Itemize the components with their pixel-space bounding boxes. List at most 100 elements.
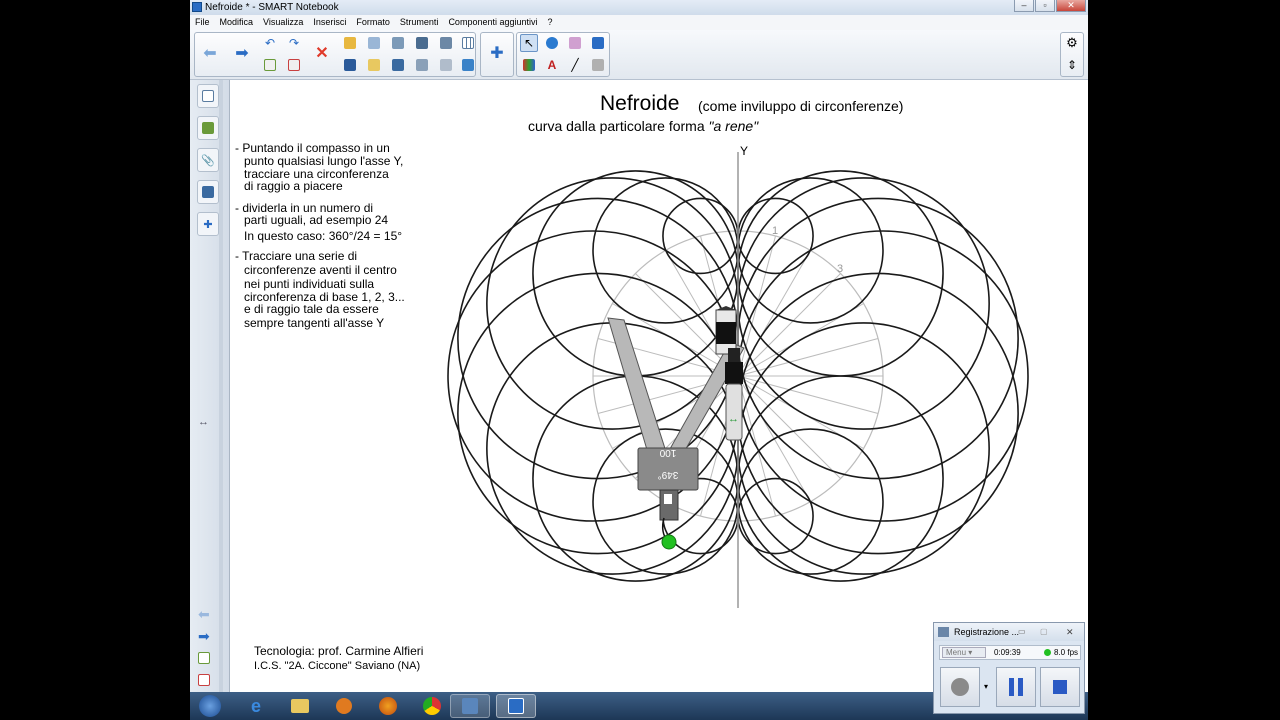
stop-button[interactable]: [1040, 667, 1080, 707]
redo-icon[interactable]: ↷: [285, 34, 303, 52]
panel-splitter[interactable]: [219, 80, 223, 692]
arrow-right-icon[interactable]: ➡: [198, 628, 210, 645]
canvas-page[interactable]: Nefroide (come inviluppo di circonferenz…: [232, 80, 1088, 692]
shapes-icon[interactable]: [543, 34, 561, 52]
projector-icon[interactable]: [413, 56, 431, 74]
menu-formato[interactable]: Formato: [356, 15, 390, 30]
record-options-dropdown[interactable]: ▾: [982, 667, 990, 707]
eraser-icon[interactable]: [566, 34, 584, 52]
close-button[interactable]: ✕: [1056, 0, 1086, 12]
add-page-icon[interactable]: [198, 652, 210, 664]
recorder-menu-label: Menu: [946, 648, 967, 657]
screen-shade-icon[interactable]: [389, 34, 407, 52]
guide-ray: [737, 375, 841, 479]
cursor-icon[interactable]: ↖: [520, 34, 538, 52]
menu-strumenti[interactable]: Strumenti: [400, 15, 439, 30]
smart-notebook-window: Nefroide * - SMART Notebook – ▫ ✕ File M…: [190, 0, 1088, 692]
toolbar-group-tools: ↖ A ╱: [516, 32, 610, 77]
magic-pen-icon[interactable]: [589, 56, 607, 74]
maximize-button[interactable]: ▫: [1035, 0, 1055, 12]
resize-arrows-icon[interactable]: ↔: [728, 413, 739, 425]
paste-icon[interactable]: [365, 34, 383, 52]
menu-help[interactable]: ?: [548, 15, 553, 30]
recorder-window: Registrazione ... ▭ ▢ ✕ Menu ▾ 0:09:39 8…: [933, 622, 1085, 714]
compass-arm[interactable]: [725, 383, 743, 441]
updown-arrows-icon[interactable]: ⇕: [1063, 56, 1081, 74]
arrow-left-icon[interactable]: ⬅: [198, 606, 210, 623]
recorder-menu-dropdown[interactable]: Menu ▾: [942, 647, 986, 658]
open-file-icon[interactable]: [341, 34, 359, 52]
copy-icon[interactable]: [365, 56, 383, 74]
window-title: Nefroide * - SMART Notebook: [205, 2, 339, 13]
table-icon[interactable]: [459, 34, 477, 52]
gallery-tab[interactable]: [197, 116, 219, 140]
properties-tab[interactable]: [197, 180, 219, 204]
minimize-button[interactable]: –: [1014, 0, 1034, 12]
minimize-button[interactable]: ▭: [1018, 623, 1026, 641]
record-icon: [951, 678, 969, 696]
firefox-icon[interactable]: [370, 694, 406, 718]
compass-label: 349°: [658, 469, 679, 480]
attachments-tab[interactable]: 📎: [197, 148, 219, 172]
compass-pencil-band: [716, 322, 736, 344]
smart-notebook-icon: [192, 2, 202, 12]
line-icon[interactable]: ╱: [566, 56, 584, 74]
compass-left-leg[interactable]: [607, 317, 669, 461]
stop-icon: [1053, 680, 1067, 694]
display-icon[interactable]: [389, 56, 407, 74]
save-icon[interactable]: [341, 56, 359, 74]
close-button[interactable]: ✕: [1066, 623, 1074, 641]
page-sorter-tab[interactable]: [197, 84, 219, 108]
compass-clip: [728, 348, 740, 362]
recorder-time: 0:09:39: [994, 648, 1021, 657]
pens-icon[interactable]: [520, 56, 538, 74]
menu-componenti[interactable]: Componenti aggiuntivi: [448, 15, 537, 30]
toolbar-group-settings: ⚙ ⇕: [1060, 32, 1084, 77]
taskbar-notebook-tools[interactable]: [450, 694, 490, 718]
close-page-icon[interactable]: [459, 56, 477, 74]
point-label: 3: [837, 263, 843, 275]
point-label: 1: [772, 225, 778, 237]
document-camera-icon[interactable]: [413, 34, 431, 52]
media-player-icon[interactable]: [326, 694, 362, 718]
arrow-right-icon[interactable]: ➡: [233, 45, 251, 63]
window-controls: – ▫ ✕: [1014, 0, 1086, 12]
delete-page-icon[interactable]: [285, 56, 303, 74]
recorder-fps: 8.0 fps: [1054, 648, 1079, 657]
taskbar-smart-notebook[interactable]: [496, 694, 536, 718]
arrow-left-icon[interactable]: ⬅: [201, 45, 219, 63]
start-button[interactable]: [192, 694, 228, 718]
text-icon[interactable]: A: [543, 56, 561, 74]
folder-icon[interactable]: [282, 694, 318, 718]
toolbar-group-addons: ✚: [480, 32, 514, 77]
delete-x-icon[interactable]: ✕: [313, 45, 331, 63]
menu-inserisci[interactable]: Inserisci: [313, 15, 346, 30]
menu-file[interactable]: File: [195, 15, 210, 30]
status-dot-icon: [1044, 649, 1051, 656]
recorder-title-bar: Registrazione ... ▭ ▢ ✕: [934, 623, 1084, 641]
maximize-button[interactable]: ▢: [1040, 623, 1048, 641]
screen-capture-icon[interactable]: [437, 34, 455, 52]
compass-lock: [725, 362, 743, 384]
chrome-icon[interactable]: [414, 694, 450, 718]
rotate-handle[interactable]: [661, 534, 677, 550]
pause-button[interactable]: [996, 667, 1036, 707]
compass-handle-marker: [664, 494, 672, 504]
addons-tab[interactable]: ✚: [197, 212, 219, 236]
axis-label: Y: [740, 144, 748, 158]
menu-visualizza[interactable]: Visualizza: [263, 15, 303, 30]
internet-explorer-icon[interactable]: e: [238, 694, 274, 718]
gear-icon[interactable]: ⚙: [1063, 34, 1081, 52]
undo-icon[interactable]: ↶: [261, 34, 279, 52]
fill-icon[interactable]: [589, 34, 607, 52]
side-panel: 📎 ✚ ↔ ⬅ ➡: [190, 80, 230, 692]
puzzle-icon[interactable]: ✚: [488, 45, 506, 63]
record-button[interactable]: [940, 667, 980, 707]
recorder-title: Registrazione ...: [954, 627, 1020, 637]
toolbar-group-main: ⬅ ➡ ↶ ↷ ✕: [194, 32, 476, 77]
resize-icon[interactable]: ↔: [198, 416, 209, 428]
add-page-icon[interactable]: [261, 56, 279, 74]
delete-page-icon[interactable]: [198, 674, 210, 686]
keyboard-icon[interactable]: [437, 56, 455, 74]
menu-modifica[interactable]: Modifica: [220, 15, 254, 30]
